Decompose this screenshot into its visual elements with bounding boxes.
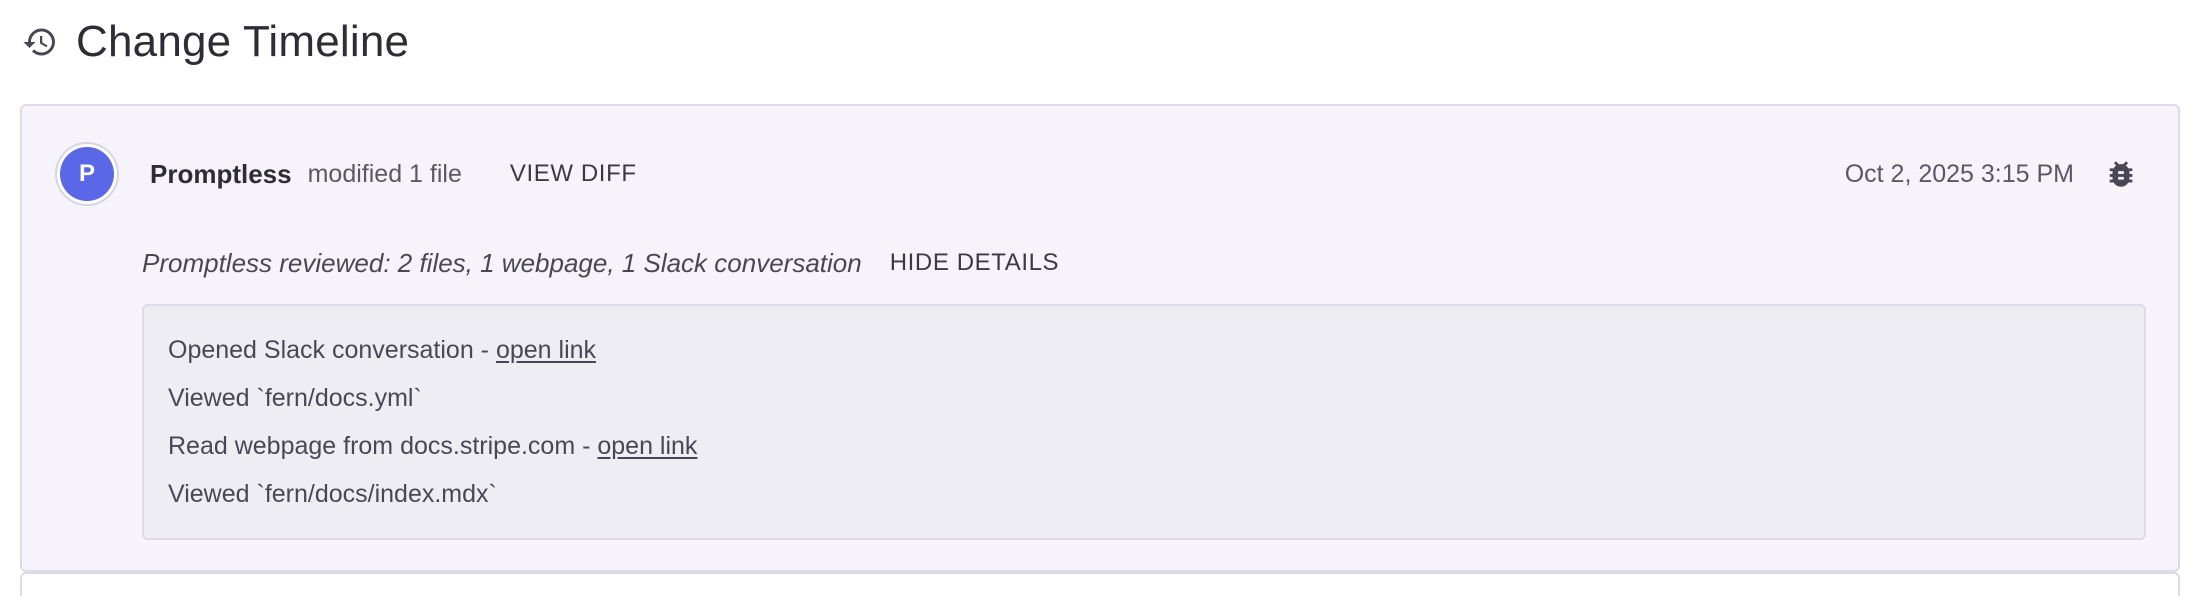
entry-header-row: P Promptless modified 1 file VIEW DIFF O…: [56, 142, 2138, 206]
next-timeline-entry-card: [20, 572, 2180, 596]
timeline-header: Change Timeline: [22, 14, 409, 70]
view-diff-button[interactable]: VIEW DIFF: [510, 160, 637, 188]
detail-text: Opened Slack conversation -: [168, 336, 496, 364]
details-panel: Opened Slack conversation - open link Vi…: [142, 304, 2146, 540]
author-name: Promptless: [150, 158, 292, 189]
detail-item: Opened Slack conversation - open link: [168, 332, 2144, 380]
hide-details-button[interactable]: HIDE DETAILS: [890, 249, 1059, 277]
detail-text: Read webpage from docs.stripe.com -: [168, 432, 598, 460]
page-title: Change Timeline: [76, 17, 410, 66]
open-link[interactable]: open link: [597, 432, 697, 460]
avatar: P: [60, 147, 114, 201]
detail-item: Viewed `fern/docs.yml`: [168, 380, 2144, 428]
open-link[interactable]: open link: [496, 336, 596, 364]
review-summary-row: Promptless reviewed: 2 files, 1 webpage,…: [142, 238, 1059, 288]
action-text: modified 1 file: [307, 159, 462, 188]
detail-text: Viewed `fern/docs.yml`: [168, 384, 422, 412]
review-summary: Promptless reviewed: 2 files, 1 webpage,…: [142, 247, 862, 278]
history-icon: [23, 28, 55, 56]
bug-icon[interactable]: [2104, 157, 2138, 191]
change-timeline-page: Change Timeline P Promptless modified 1 …: [0, 0, 2204, 596]
detail-text: Viewed `fern/docs/index.mdx`: [168, 480, 497, 508]
detail-item: Viewed `fern/docs/index.mdx`: [168, 476, 2144, 524]
entry-timestamp: Oct 2, 2025 3:15 PM: [1844, 159, 2074, 188]
timeline-entry-card: P Promptless modified 1 file VIEW DIFF O…: [20, 104, 2180, 572]
detail-item: Read webpage from docs.stripe.com - open…: [168, 428, 2144, 476]
